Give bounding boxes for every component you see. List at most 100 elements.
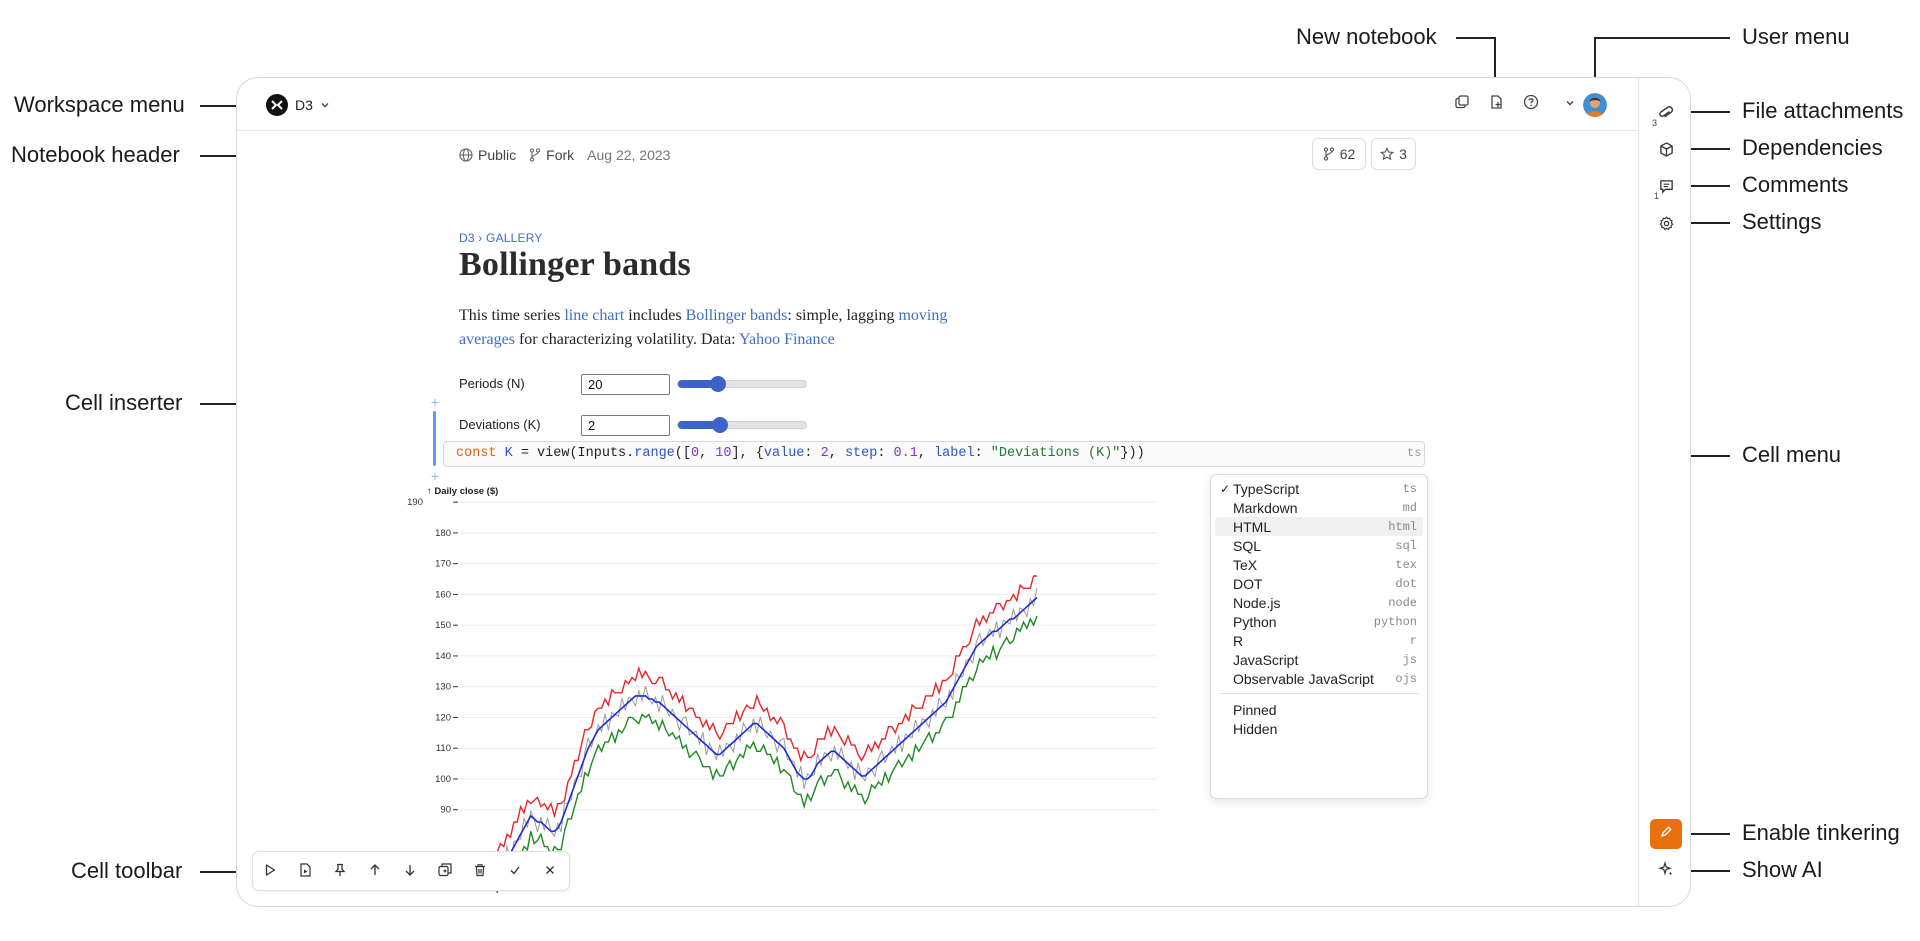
cell-menu-item[interactable]: ✓ TypeScript ts [1215,479,1423,498]
cell-menu-item[interactable]: DOT dot [1215,574,1423,593]
callout-dependencies: Dependencies [1742,135,1883,160]
callout-cell-inserter: Cell inserter [65,390,183,415]
paperclip-icon [1658,105,1674,127]
cell-menu-item[interactable]: HTML html [1215,517,1423,536]
stars-button[interactable]: 3 [1371,138,1416,170]
cell-menu-item-shortcut: sql [1395,538,1417,553]
breadcrumb-root[interactable]: D3 [459,231,475,245]
cell-menu-item-shortcut: md [1402,500,1417,515]
duplicate-icon [1455,94,1469,114]
duplicate-button[interactable] [1451,93,1473,115]
cell-menu-item-shortcut: ts [1402,481,1417,496]
cell-menu: ✓ TypeScript ts Markdown md HTML html SQL sql TeX… [1210,474,1428,799]
deviations-input[interactable] [581,415,670,436]
cell-inserter-bottom[interactable]: + [429,469,441,483]
y-tick-label: 180 [435,528,451,539]
bollinger-chart: ↑ Daily close ($) 90 100 110 120 130 140 150 160… [407,486,1157,893]
cell-menu-item[interactable]: SQL sql [1215,536,1423,555]
cell-menu-item-shortcut: tex [1395,557,1417,572]
callout-line [1456,37,1496,39]
user-avatar[interactable] [1583,93,1607,117]
new-notebook-button[interactable] [1485,93,1507,115]
show-ai-button[interactable] [1652,858,1680,884]
line-chart-link[interactable]: line chart [564,307,624,324]
cell-menu-item-shortcut: dot [1395,576,1417,591]
code-token: 10 [715,446,732,461]
help-button[interactable] [1520,93,1542,115]
chevron-down-icon [320,100,330,110]
duplicate-cell-button[interactable] [434,861,456,883]
cell-menu-item-shortcut: r [1409,633,1417,648]
cell-language-tag[interactable]: ts [1407,446,1421,460]
cell-menu-item-pinned[interactable]: Pinned [1215,700,1423,719]
cell-inserter-top[interactable]: + [429,395,441,409]
fork-link[interactable]: Fork [546,147,574,163]
code-token: ([ [674,446,691,461]
cell-menu-item-label: Markdown [1233,499,1298,516]
workspace-name: D3 [295,97,313,113]
averages-link[interactable]: averages [459,331,515,348]
slider-knob[interactable] [709,376,726,392]
notebook-intro: This time series line chart includes Bol… [459,304,959,352]
yahoo-finance-link[interactable]: Yahoo Finance [739,331,835,348]
settings-button[interactable] [1652,213,1680,239]
bollinger-bands-link[interactable]: Bollinger bands [686,307,788,324]
enable-tinkering-button[interactable] [1650,819,1682,849]
intro-text: This time series [459,307,565,324]
move-down-button[interactable] [399,861,421,883]
play-icon [263,863,277,882]
deviations-slider[interactable] [677,417,807,433]
dependencies-button[interactable] [1652,139,1680,165]
periods-slider[interactable] [677,376,807,392]
forks-count: 62 [1339,146,1356,162]
cell-toolbar [252,851,570,891]
code-token: , [828,446,845,461]
code-token: range [634,446,675,461]
y-tick-label: 160 [435,589,451,600]
cell-menu-item[interactable]: Python python [1215,612,1423,631]
forks-button[interactable]: 62 [1312,138,1366,170]
cell-menu-item[interactable]: Node.js node [1215,593,1423,612]
code-cell[interactable]: const K = view(Inputs.range([0, 10], {va… [443,441,1425,467]
code-token: : [804,446,821,461]
code-token: 0 [690,446,700,461]
breadcrumb-separator: › [478,231,483,245]
y-axis-label: ↑ Daily close ($) [427,486,498,497]
cell-menu-item-label: JavaScript [1233,651,1299,668]
cell-menu-item[interactable]: Rr [1215,631,1423,650]
visibility-label[interactable]: Public [478,147,516,163]
run-button[interactable] [259,861,281,883]
user-menu-chevron[interactable] [1559,93,1581,115]
cell-menu-item[interactable]: Markdown md [1215,498,1423,517]
pin-button[interactable] [329,861,351,883]
close-icon [543,863,557,882]
file-attachments-button[interactable]: 3 [1652,103,1680,129]
moving-link[interactable]: moving [898,307,947,324]
code-token: 2 [820,446,829,461]
stars-count: 3 [1399,146,1407,162]
periods-label: Periods (N) [459,376,525,391]
workspace-menu[interactable]: D3 [266,93,330,117]
callout-new-notebook: New notebook [1296,24,1437,49]
pin-icon [333,863,347,882]
comments-count: 1 [1654,191,1660,201]
cell-menu-item-shortcut: js [1402,652,1417,667]
cell-menu-item[interactable]: TeX tex [1215,555,1423,574]
delete-cell-button[interactable] [469,861,491,883]
star-icon [1380,147,1395,161]
callout-file-attachments: File attachments [1742,98,1904,123]
periods-input[interactable] [581,374,670,395]
move-up-button[interactable] [364,861,386,883]
globe-icon [459,148,473,162]
cell-menu-item[interactable]: Observable JavaScript ojs [1215,669,1423,688]
series-mean [496,596,1038,866]
comments-button[interactable]: 1 [1652,176,1680,202]
cell-menu-item[interactable]: JavaScript js [1215,650,1423,669]
slider-knob[interactable] [712,417,728,433]
close-toolbar-button[interactable] [539,861,561,883]
cell-menu-item-hidden[interactable]: Hidden [1215,719,1423,738]
breadcrumb-section[interactable]: GALLERY [486,231,543,245]
run-below-button[interactable] [294,861,316,883]
run-check-button[interactable] [504,861,526,883]
gear-icon [1658,216,1674,236]
